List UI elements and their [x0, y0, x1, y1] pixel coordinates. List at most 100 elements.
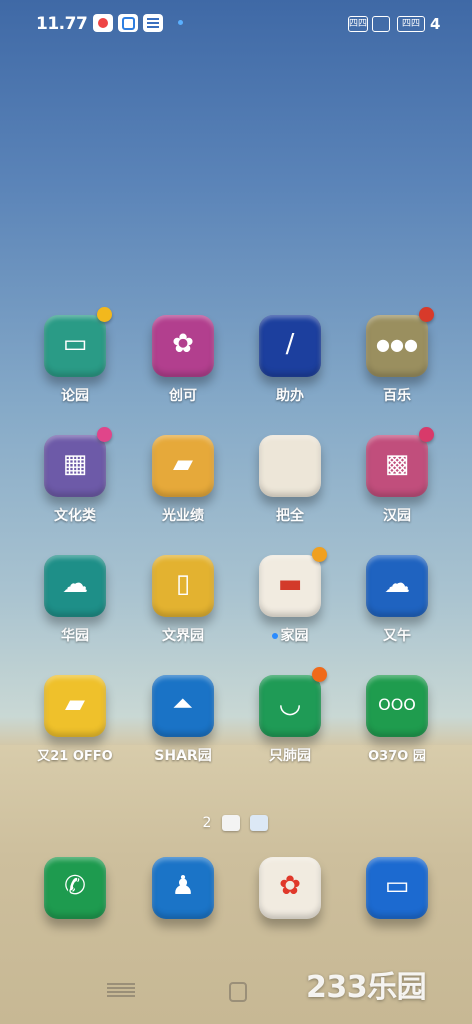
app-glyph: ▭ — [62, 329, 88, 359]
dock-glyph: ✿ — [279, 871, 301, 901]
badge-icon — [312, 547, 327, 562]
app-label: 华园 — [30, 625, 120, 645]
app-glyph: / — [285, 329, 295, 359]
app-label-text: 文界园 — [162, 628, 204, 644]
new-indicator-icon — [271, 633, 278, 639]
badge-icon — [312, 667, 327, 682]
app-label: 家园 — [245, 625, 335, 645]
app-notebook-0[interactable]: ▭ 论园 — [30, 307, 120, 405]
dock-contacts[interactable]: ♟ — [138, 857, 228, 919]
flower-icon: ✿ — [152, 315, 214, 377]
app-glyph: ☁ — [384, 569, 410, 599]
flower-icon: ✿ — [259, 857, 321, 919]
app-blank-card-6[interactable]: 把全 — [245, 435, 335, 525]
watermark-logo: 233乐园 — [306, 970, 427, 1005]
battery-level: 4 — [430, 15, 441, 33]
app-label-text: 家园 — [280, 628, 309, 644]
home-icon[interactable] — [229, 982, 247, 1002]
app-label-text: 只肺园 — [269, 748, 311, 764]
dock-gallery[interactable]: ▭ — [352, 857, 442, 919]
app-label-text: 论园 — [61, 388, 89, 404]
page-indicator[interactable]: 2 — [0, 812, 472, 831]
flag-icon: ▬ — [259, 547, 327, 617]
app-label-text: SHAR园 — [154, 748, 212, 764]
badge-icon — [97, 307, 112, 322]
dots-icon: ●●● — [366, 307, 434, 377]
app-cloud-11[interactable]: ☁ 又午 — [352, 555, 442, 645]
pen-icon: / — [259, 315, 321, 377]
app-ooo-15[interactable]: OOO O37O 园 — [352, 675, 442, 764]
app-dots-3[interactable]: ●●● 百乐 — [352, 307, 442, 405]
app-label: 文界园 — [138, 625, 228, 645]
app-pen-2[interactable]: / 助办 — [245, 315, 335, 405]
app-flag-10[interactable]: ▬ 家园 — [245, 547, 335, 645]
battery-icon: 四四 — [397, 16, 425, 32]
app-paper-9[interactable]: ▯ 文界园 — [138, 555, 228, 645]
page-dot-active-icon — [249, 814, 268, 831]
app-cloud-8[interactable]: ☁ 华园 — [30, 555, 120, 645]
message-icon — [143, 14, 163, 32]
badge-icon — [419, 307, 434, 322]
dock-glyph: ✆ — [64, 871, 86, 901]
recent-apps-icon[interactable] — [107, 983, 135, 997]
app-label-text: 光业绩 — [162, 508, 204, 524]
app-label: 只肺园 — [245, 745, 335, 765]
app-label-text: 助办 — [276, 388, 304, 404]
app-label: 汉园 — [352, 505, 442, 525]
paper-icon: ▯ — [152, 555, 214, 617]
notebook-icon: ▭ — [44, 307, 112, 377]
status-bar: 11.77 四四 四四 4 — [0, 10, 472, 38]
lamp-icon: ⏶ — [152, 675, 214, 737]
app-pattern-7[interactable]: ▩ 汉园 — [352, 427, 442, 525]
app-glyph: ●●● — [376, 335, 418, 354]
page-dot-icon — [222, 814, 241, 831]
app-glyph: ▦ — [62, 449, 88, 479]
app-label-text: 文化类 — [54, 508, 96, 524]
app-label-text: 又午 — [383, 628, 411, 644]
app-label: O37O 园 — [352, 745, 442, 764]
app-flower-1[interactable]: ✿ 创可 — [138, 315, 228, 405]
app-label: 论园 — [30, 385, 120, 405]
wifi-icon — [372, 16, 390, 32]
notification-icon — [93, 14, 113, 32]
app-label: 百乐 — [352, 385, 442, 405]
page-number: 2 — [202, 814, 212, 831]
grid-icon: ▦ — [44, 427, 112, 497]
contacts-icon: ♟ — [152, 857, 214, 919]
app-label: 把全 — [245, 505, 335, 525]
dock-flower[interactable]: ✿ — [245, 857, 335, 919]
gallery-icon: ▭ — [366, 857, 428, 919]
app-label: SHAR园 — [138, 745, 228, 765]
app-grid-4[interactable]: ▦ 文化类 — [30, 427, 120, 525]
app-glyph: ◡ — [278, 689, 302, 719]
app-label-text: 华园 — [61, 628, 89, 644]
badge-icon — [419, 427, 434, 442]
app-ticket-5[interactable]: ▰ 光业绩 — [138, 435, 228, 525]
ticket-icon: ▰ — [152, 435, 214, 497]
app-glyph: OOO — [378, 695, 416, 714]
dock-glyph: ♟ — [171, 871, 195, 901]
app-glyph: ▩ — [384, 449, 410, 479]
app-label: 助办 — [245, 385, 335, 405]
dock-phone[interactable]: ✆ — [30, 857, 120, 919]
app-lamp-13[interactable]: ⏶ SHAR园 — [138, 675, 228, 765]
app-label-text: 汉园 — [383, 508, 411, 524]
app-glyph: ☁ — [62, 569, 88, 599]
app-notification-icon — [118, 14, 138, 32]
app-glyph: ▰ — [65, 689, 85, 719]
blank-card-icon — [259, 435, 321, 497]
app-label-text: 创可 — [169, 388, 197, 404]
app-smile-14[interactable]: ◡ 只肺园 — [245, 667, 335, 765]
status-dot — [178, 20, 183, 25]
app-label: 又午 — [352, 625, 442, 645]
app-glyph: ⏶ — [172, 689, 194, 719]
badge-icon — [97, 427, 112, 442]
app-label: 创可 — [138, 385, 228, 405]
app-glyph: ✿ — [172, 329, 194, 359]
phone-icon: ✆ — [44, 857, 106, 919]
app-glyph: ▯ — [175, 569, 191, 599]
app-cloth-12[interactable]: ▰ 又21 OFFO — [30, 675, 120, 764]
smile-icon: ◡ — [259, 667, 327, 737]
dock-glyph: ▭ — [384, 871, 410, 901]
clock: 11.77 — [36, 14, 88, 34]
